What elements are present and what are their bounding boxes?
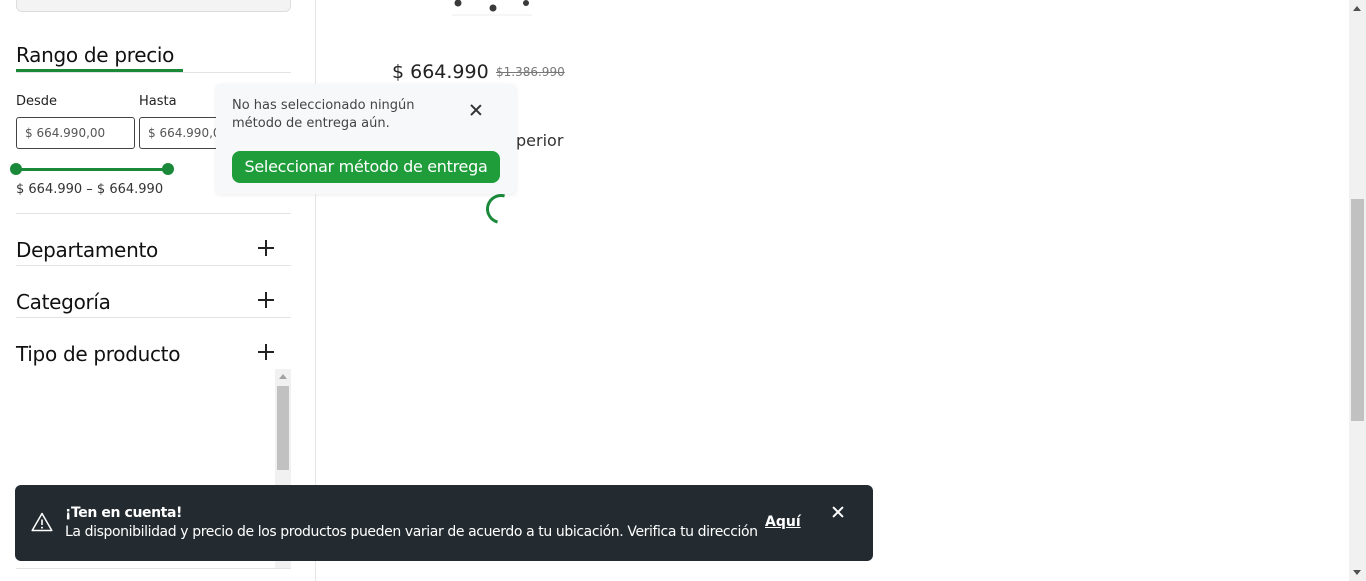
- price-slider-track: [16, 168, 168, 171]
- close-icon[interactable]: [831, 505, 845, 519]
- previous-filter-box: [16, 0, 291, 12]
- toast-address-link[interactable]: Aquí: [765, 514, 801, 530]
- toast-message: La disponibilidad y precio de los produc…: [65, 524, 758, 540]
- warning-icon: [31, 512, 53, 532]
- price-from-label: Desde: [16, 94, 58, 109]
- page: Rango de precio Desde Hasta $ 664.990,00…: [0, 0, 1366, 581]
- price-to-label: Hasta: [139, 94, 177, 109]
- popover-message: No has seleccionado ningún método de ent…: [232, 98, 415, 131]
- product-name-partial[interactable]: perior: [516, 131, 563, 150]
- scrollbar-thumb[interactable]: [277, 386, 289, 470]
- scroll-down-arrow-icon[interactable]: [1353, 570, 1361, 575]
- loading-spinner-icon: [480, 188, 522, 230]
- price-range-summary: $ 664.990 – $ 664.990: [16, 182, 164, 197]
- price-slider-max-handle[interactable]: [162, 163, 174, 175]
- expand-category-icon[interactable]: [257, 291, 275, 309]
- location-notice-toast: ¡Ten en cuenta! La disponibilidad y prec…: [15, 485, 873, 561]
- select-delivery-method-button[interactable]: Seleccionar método de entrega: [232, 151, 500, 183]
- scroll-up-arrow-icon[interactable]: [1353, 6, 1361, 11]
- expand-product-type-icon[interactable]: [257, 343, 275, 361]
- toast-title: ¡Ten en cuenta!: [65, 505, 182, 521]
- page-scrollbar[interactable]: [1349, 0, 1366, 581]
- divider: [16, 213, 291, 214]
- scrollbar-thumb[interactable]: [1351, 199, 1364, 421]
- delivery-method-popover: No has seleccionado ningún método de ent…: [216, 84, 516, 194]
- close-icon[interactable]: [469, 103, 483, 117]
- product-image[interactable]: [452, 0, 532, 16]
- price-from-input[interactable]: $ 664.990,00: [16, 117, 135, 149]
- divider: [16, 265, 291, 266]
- product-price: $ 664.990: [392, 61, 489, 83]
- filter-product-type-title[interactable]: Tipo de producto: [16, 342, 180, 366]
- scroll-up-arrow-icon[interactable]: [279, 374, 287, 379]
- filter-category-title[interactable]: Categoría: [16, 290, 111, 314]
- filter-department-title[interactable]: Departamento: [16, 238, 158, 262]
- price-range-title: Rango de precio: [16, 43, 175, 67]
- divider: [16, 72, 291, 73]
- divider: [16, 317, 291, 318]
- product-old-price: $1.386.990: [496, 65, 565, 79]
- divider: [16, 568, 291, 569]
- expand-department-icon[interactable]: [257, 239, 275, 257]
- price-slider-min-handle[interactable]: [10, 163, 22, 175]
